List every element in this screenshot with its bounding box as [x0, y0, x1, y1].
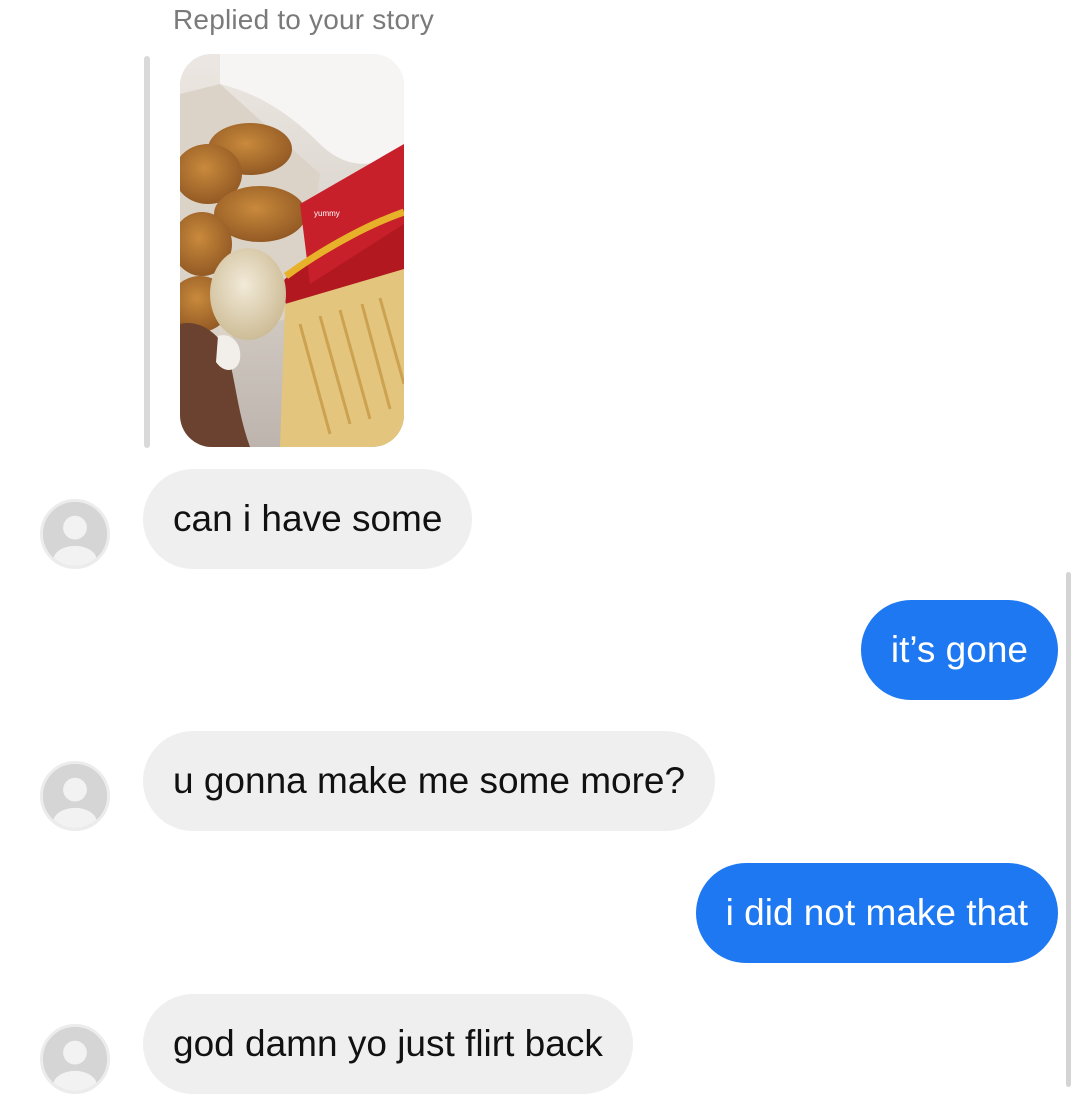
scrollbar[interactable] [1066, 572, 1071, 1087]
story-reply-rule [144, 56, 150, 448]
story-thumbnail[interactable]: yummy [180, 54, 404, 447]
message-bubble-incoming[interactable]: u gonna make me some more? [143, 731, 716, 831]
default-profile-icon [43, 1027, 107, 1091]
default-profile-icon [43, 764, 107, 828]
default-profile-icon [43, 502, 107, 566]
message-bubble-outgoing[interactable]: it’s gone [860, 600, 1058, 700]
story-reply-caption: Replied to your story [173, 4, 434, 35]
message-bubble-incoming[interactable]: god damn yo just flirt back [143, 994, 633, 1094]
message-bubble-outgoing[interactable]: i did not make that [695, 863, 1058, 963]
avatar[interactable] [40, 1024, 110, 1094]
message-bubble-incoming[interactable]: can i have some [143, 469, 473, 569]
story-photo: yummy [180, 54, 404, 447]
avatar[interactable] [40, 499, 110, 569]
avatar[interactable] [40, 761, 110, 831]
story-sticker-text: yummy [314, 209, 340, 218]
